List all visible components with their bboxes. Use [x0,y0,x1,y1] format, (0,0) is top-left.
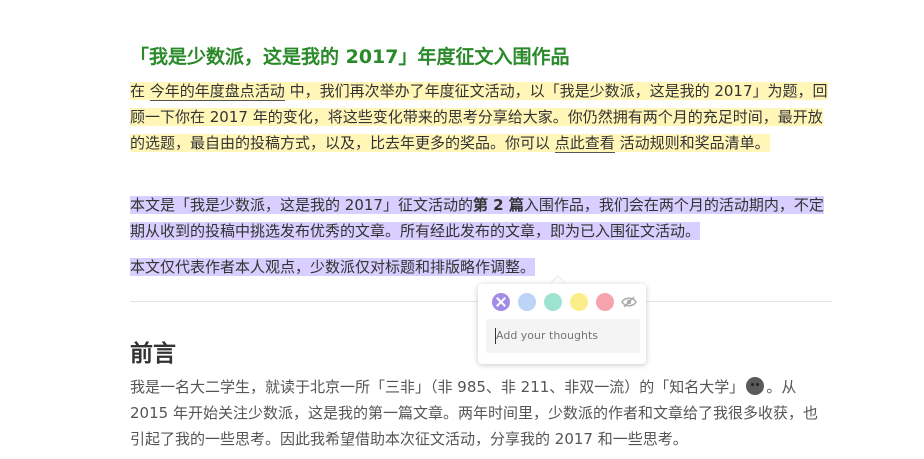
disclaimer-text: 本文仅代表作者本人观点，少数派仅对标题和排版略作调整。 [130,258,536,276]
section-heading: 前言 [130,341,176,367]
body-text-1: 我是一名大二学生，就读于北京一所「三非」（非 985、非 211、非双一流）的「… [130,378,745,396]
annotation-popup: saved [478,284,646,364]
intro-paragraph: 在 今年的年度盘点活动 中，我们再次举办了年度征文活动，以「我是少数派，这是我的… [130,78,832,156]
body-paragraph: 我是一名大二学生，就读于北京一所「三非」（非 985、非 211、非双一流）的「… [130,374,832,452]
article-title: 「我是少数派，这是我的 2017」年度征文入围作品 [130,46,570,68]
color-swatch-yellow[interactable] [570,293,588,311]
text-cursor [495,328,496,344]
color-swatch-green[interactable] [544,293,562,311]
close-icon[interactable] [492,293,510,311]
disclaimer-paragraph: 本文仅代表作者本人观点，少数派仅对标题和排版略作调整。 [130,254,832,280]
thoughts-input[interactable] [486,319,640,353]
view-rules-link[interactable]: 点此查看 [554,134,615,153]
note-bold: 第 2 篇 [472,196,524,214]
color-swatch-pink[interactable] [596,293,614,311]
intro-text-3: 活动规则和奖品清单。 [614,134,770,152]
annual-review-link[interactable]: 今年的年度盘点活动 [149,82,285,101]
contest-note-paragraph: 本文是「我是少数派，这是我的 2017」征文活动的第 2 篇入围作品，我们会在两… [130,192,832,244]
eye-slash-icon[interactable] [621,294,637,310]
color-swatch-blue[interactable] [518,293,536,311]
note-text-1: 本文是「我是少数派，这是我的 2017」征文活动的 [130,196,473,214]
smiley-emoji-icon [746,377,765,395]
intro-text-1: 在 [130,82,150,100]
